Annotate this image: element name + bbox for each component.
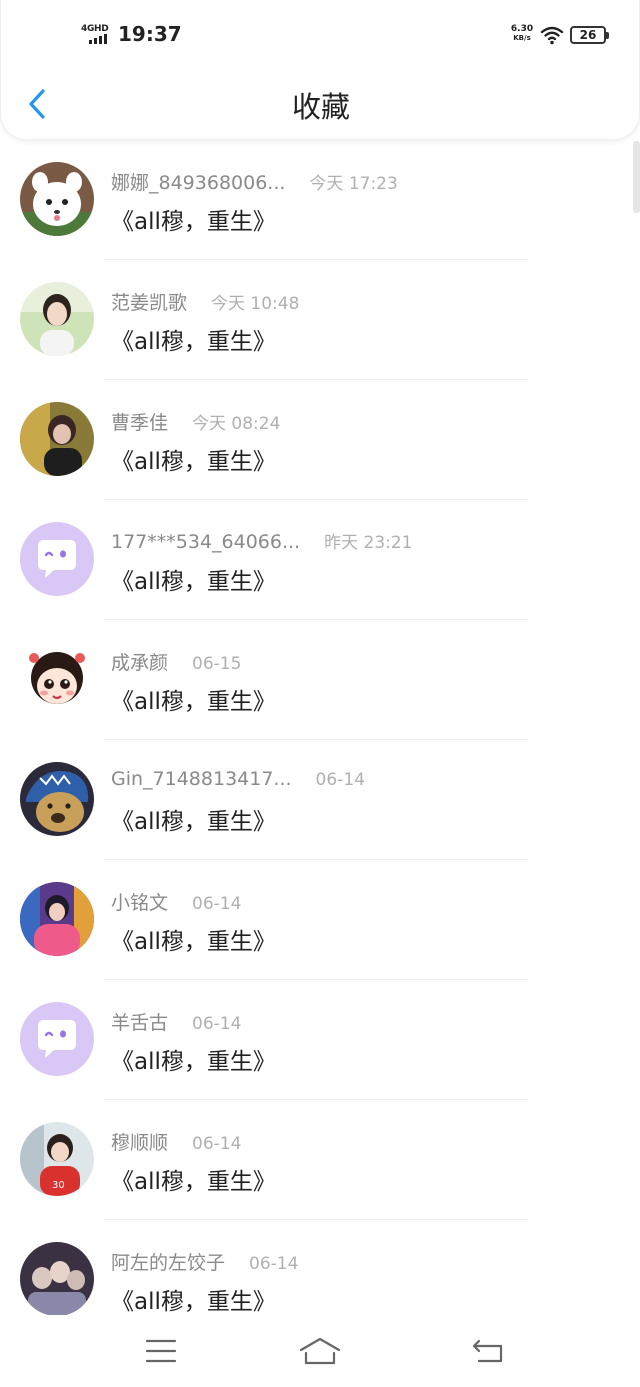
item-meta: 范姜凯歌 今天 10:48 [111, 288, 299, 315]
work-title[interactable]: 《all穆，重生》 [111, 922, 276, 956]
item-time: 06-14 [249, 1254, 299, 1274]
page-title: 收藏 [291, 90, 350, 124]
list-item[interactable]: 小铭文 06-14 《all穆，重生》 [0, 860, 640, 980]
item-time: 今天 10:48 [211, 294, 300, 314]
avatar[interactable] [20, 642, 94, 716]
avatar[interactable] [20, 402, 94, 476]
author-name[interactable]: 阿左的左饺子 [111, 1248, 225, 1275]
avatar[interactable]: 30 [20, 1122, 94, 1196]
list-item[interactable]: 曹季佳 今天 08:24 《all穆，重生》 [0, 380, 640, 500]
list-item[interactable]: 羊舌古 06-14 《all穆，重生》 [0, 980, 640, 1100]
home-icon [299, 1337, 341, 1365]
speed-value: 6.30 [510, 24, 534, 34]
list-item[interactable]: 娜娜_849368006... 今天 17:23 《all穆，重生》 [0, 140, 640, 260]
network-speed: 6.30 KB/s [508, 25, 536, 43]
network-type: 4GHD [81, 24, 109, 34]
default-avatar[interactable] [20, 522, 94, 596]
list-item[interactable]: 范姜凯歌 今天 10:48 《all穆，重生》 [0, 260, 640, 380]
item-time: 今天 17:23 [309, 174, 398, 194]
status-time: 19:37 [118, 22, 182, 46]
chat-bubble-icon [20, 522, 94, 596]
item-meta: 穆顺顺 06-14 [111, 1128, 241, 1155]
speed-unit: KB/s [513, 34, 531, 42]
battery-level: 26 [579, 28, 597, 42]
avatar[interactable] [20, 882, 94, 956]
chat-bubble-icon [20, 1002, 94, 1076]
wifi-icon [540, 25, 564, 45]
author-name[interactable]: 娜娜_849368006... [111, 168, 285, 195]
signal-icon: 4GHD [81, 24, 111, 46]
system-back-button[interactable] [464, 1329, 512, 1373]
list-item[interactable]: 177***534_64066... 昨天 23:21 《all穆，重生》 [0, 500, 640, 620]
list-item[interactable]: 阿左的左饺子 06-14 《all穆，重生》 [0, 1220, 640, 1315]
battery-icon: 26 [570, 26, 609, 44]
item-meta: 成承颜 06-15 [111, 648, 241, 675]
work-title[interactable]: 《all穆，重生》 [111, 202, 276, 236]
back-icon [472, 1339, 503, 1363]
item-meta: 177***534_64066... 昨天 23:21 [111, 528, 413, 553]
avatar[interactable] [20, 162, 94, 236]
avatar[interactable] [20, 762, 94, 836]
scrollbar-thumb[interactable] [633, 141, 640, 213]
app-header: 4GHD 19:37 6.30 KB/s 26 收藏 [0, 0, 640, 140]
work-title[interactable]: 《all穆，重生》 [111, 1282, 276, 1315]
list-item[interactable]: 30 穆顺顺 06-14 《all穆，重生》 [0, 1100, 640, 1220]
svg-text:30: 30 [52, 1180, 65, 1191]
item-time: 06-14 [315, 770, 365, 790]
avatar[interactable] [20, 282, 94, 356]
author-name[interactable]: 曹季佳 [111, 408, 168, 435]
avatar[interactable] [20, 1242, 94, 1315]
author-name[interactable]: 穆顺顺 [111, 1128, 168, 1155]
work-title[interactable]: 《all穆，重生》 [111, 682, 276, 716]
default-avatar[interactable] [20, 1002, 94, 1076]
menu-icon [145, 1339, 177, 1363]
author-name[interactable]: 177***534_64066... [111, 531, 300, 553]
list-item[interactable]: 成承颜 06-15 《all穆，重生》 [0, 620, 640, 740]
work-title[interactable]: 《all穆，重生》 [111, 442, 276, 476]
item-time: 06-14 [192, 1014, 242, 1034]
work-title[interactable]: 《all穆，重生》 [111, 1162, 276, 1196]
home-button[interactable] [296, 1329, 344, 1373]
item-meta: 曹季佳 今天 08:24 [111, 408, 280, 435]
list-item[interactable]: Gin_7148813417... 06-14 《all穆，重生》 [0, 740, 640, 860]
item-time: 06-15 [192, 654, 242, 674]
item-meta: 阿左的左饺子 06-14 [111, 1248, 298, 1275]
author-name[interactable]: 成承颜 [111, 648, 168, 675]
work-title[interactable]: 《all穆，重生》 [111, 562, 276, 596]
item-time: 06-14 [192, 1134, 242, 1154]
favorites-list[interactable]: 娜娜_849368006... 今天 17:23 《all穆，重生》 范姜凯歌 … [0, 140, 640, 1315]
menu-button[interactable] [137, 1329, 185, 1373]
item-time: 今天 08:24 [192, 414, 281, 434]
system-nav-bar [0, 1315, 640, 1387]
work-title[interactable]: 《all穆，重生》 [111, 322, 276, 356]
author-name[interactable]: 小铭文 [111, 888, 168, 915]
author-name[interactable]: Gin_7148813417... [111, 768, 292, 790]
status-bar: 4GHD 19:37 6.30 KB/s 26 [1, 0, 640, 70]
author-name[interactable]: 羊舌古 [111, 1008, 168, 1035]
item-time: 昨天 23:21 [324, 533, 413, 553]
item-meta: 小铭文 06-14 [111, 888, 241, 915]
author-name[interactable]: 范姜凯歌 [111, 288, 187, 315]
work-title[interactable]: 《all穆，重生》 [111, 1042, 276, 1076]
item-meta: 娜娜_849368006... 今天 17:23 [111, 168, 398, 195]
item-time: 06-14 [192, 894, 242, 914]
item-meta: 羊舌古 06-14 [111, 1008, 241, 1035]
work-title[interactable]: 《all穆，重生》 [111, 802, 276, 836]
item-meta: Gin_7148813417... 06-14 [111, 768, 365, 790]
